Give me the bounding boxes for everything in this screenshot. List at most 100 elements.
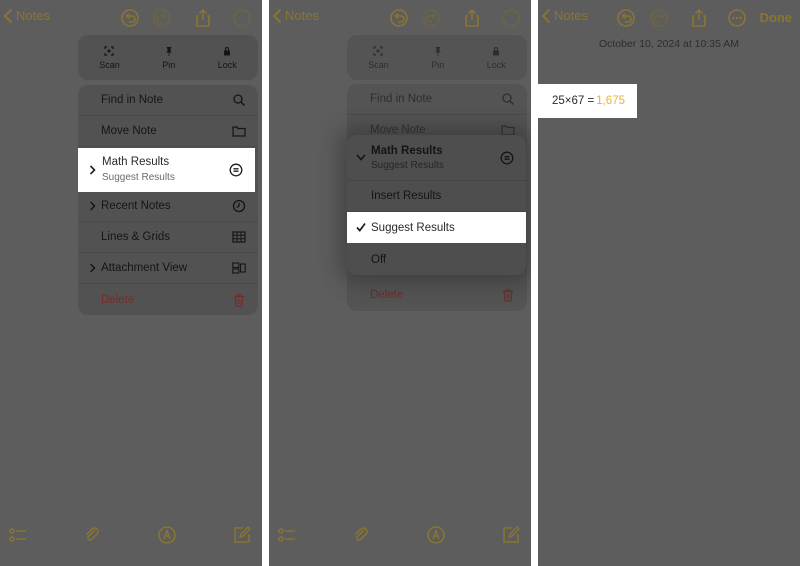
back-label: Notes	[16, 8, 50, 23]
menu-item-label: Delete	[370, 288, 404, 301]
option-off[interactable]: Off	[347, 244, 526, 275]
share-button[interactable]	[193, 8, 213, 28]
checkmark-icon	[356, 222, 366, 232]
share-button[interactable]	[689, 8, 709, 28]
submenu-title: Math Results	[371, 145, 443, 157]
option-label: Off	[371, 253, 387, 266]
more-icon	[728, 9, 746, 27]
menu-item-label: Attachment View	[101, 262, 188, 274]
paperclip-icon	[354, 527, 368, 541]
menu-item-delete[interactable]: Delete	[347, 279, 527, 310]
compose-button[interactable]	[232, 525, 252, 545]
option-label: Suggest Results	[371, 221, 455, 234]
menu-item-label: Move Note	[101, 125, 157, 137]
chevron-right-icon	[89, 165, 96, 175]
undo-button[interactable]	[120, 8, 140, 28]
menu-item-attachment-view[interactable]: Attachment View	[78, 253, 258, 284]
redo-button[interactable]	[649, 8, 669, 28]
math-results-sublabel: Suggest Results	[102, 172, 175, 183]
attachment-button[interactable]	[351, 525, 371, 545]
menu-item-delete[interactable]: Delete	[78, 284, 258, 315]
more-icon	[502, 9, 520, 27]
chevron-left-icon	[4, 8, 12, 23]
nav-bar: Notes	[269, 0, 531, 36]
redo-button[interactable]	[421, 8, 441, 28]
compose-icon	[234, 526, 251, 543]
math-expression[interactable]: 25×67 = 1,675	[538, 84, 637, 118]
compose-button[interactable]	[501, 525, 521, 545]
nav-bar: Notes Done	[538, 0, 800, 36]
quick-actions: Scan Pin Lock	[347, 35, 527, 80]
attachment-view-icon	[232, 261, 246, 275]
submenu-header[interactable]: Math Results Suggest Results	[347, 135, 526, 181]
chevron-down-icon	[356, 154, 366, 161]
redo-icon	[153, 9, 171, 27]
redo-icon	[422, 9, 440, 27]
option-label: Insert Results	[371, 190, 442, 202]
scan-label: Scan	[368, 59, 389, 70]
math-results-label: Math Results	[102, 156, 170, 168]
expression-text: 25×67 =	[552, 95, 595, 107]
checklist-button[interactable]	[8, 525, 28, 545]
more-icon	[233, 9, 251, 27]
markup-button[interactable]	[426, 525, 446, 545]
share-icon	[465, 8, 479, 27]
undo-button[interactable]	[389, 8, 409, 28]
undo-icon	[390, 9, 408, 27]
chevron-right-icon	[89, 201, 96, 211]
pin-label: Pin	[431, 59, 445, 70]
menu-item-lines-grids[interactable]: Lines & Grids	[78, 222, 258, 253]
clock-icon	[232, 199, 246, 213]
equals-circle-icon	[500, 151, 514, 165]
search-icon	[232, 93, 246, 107]
note-options-menu: Find in Note Move Note Recent Notes Line…	[78, 85, 258, 315]
attachment-button[interactable]	[82, 525, 102, 545]
folder-icon	[232, 124, 246, 138]
lock-button[interactable]: Lock	[487, 46, 506, 70]
scan-icon	[373, 45, 384, 56]
menu-item-label: Lines & Grids	[101, 231, 171, 243]
undo-button[interactable]	[616, 8, 636, 28]
pin-label: Pin	[162, 59, 176, 70]
back-button[interactable]: Notes	[4, 8, 50, 23]
done-button[interactable]: Done	[760, 10, 793, 25]
trash-icon	[501, 288, 515, 302]
scan-button[interactable]: Scan	[368, 45, 389, 70]
menu-item-move-note[interactable]: Move Note	[78, 116, 258, 147]
menu-item-find-in-note[interactable]: Find in Note	[78, 85, 258, 116]
back-button[interactable]: Notes	[542, 8, 588, 23]
share-icon	[196, 8, 210, 27]
back-button[interactable]: Notes	[273, 8, 319, 23]
grid-icon	[232, 230, 246, 244]
more-button[interactable]	[727, 8, 747, 28]
trash-icon	[232, 293, 246, 307]
option-insert-results[interactable]: Insert Results	[347, 181, 526, 212]
markup-icon	[427, 526, 445, 544]
menu-item-label: Delete	[101, 293, 135, 306]
suggested-result[interactable]: 1,675	[596, 95, 625, 107]
pin-button[interactable]: Pin	[431, 46, 444, 70]
share-button[interactable]	[462, 8, 482, 28]
undo-icon	[617, 9, 635, 27]
more-button[interactable]	[232, 8, 252, 28]
more-button[interactable]	[501, 8, 521, 28]
markup-icon	[158, 526, 176, 544]
menu-item-label: Recent Notes	[101, 200, 171, 212]
redo-icon	[650, 9, 668, 27]
share-icon	[692, 8, 706, 27]
menu-item-find-in-note[interactable]: Find in Note	[347, 84, 527, 115]
redo-button[interactable]	[152, 8, 172, 28]
checklist-icon	[278, 528, 295, 542]
markup-button[interactable]	[157, 525, 177, 545]
undo-icon	[121, 9, 139, 27]
option-suggest-results[interactable]: Suggest Results	[347, 212, 526, 243]
checklist-icon	[9, 528, 26, 542]
scan-button[interactable]: Scan	[99, 45, 120, 70]
menu-item-recent-notes[interactable]: Recent Notes	[78, 191, 258, 222]
pin-button[interactable]: Pin	[162, 46, 175, 70]
quick-actions: Scan Pin Lock	[78, 35, 258, 80]
lock-button[interactable]: Lock	[218, 46, 237, 70]
checklist-button[interactable]	[277, 525, 297, 545]
menu-item-math-results[interactable]: Math Results Suggest Results	[78, 148, 255, 192]
pin-icon	[165, 46, 172, 56]
